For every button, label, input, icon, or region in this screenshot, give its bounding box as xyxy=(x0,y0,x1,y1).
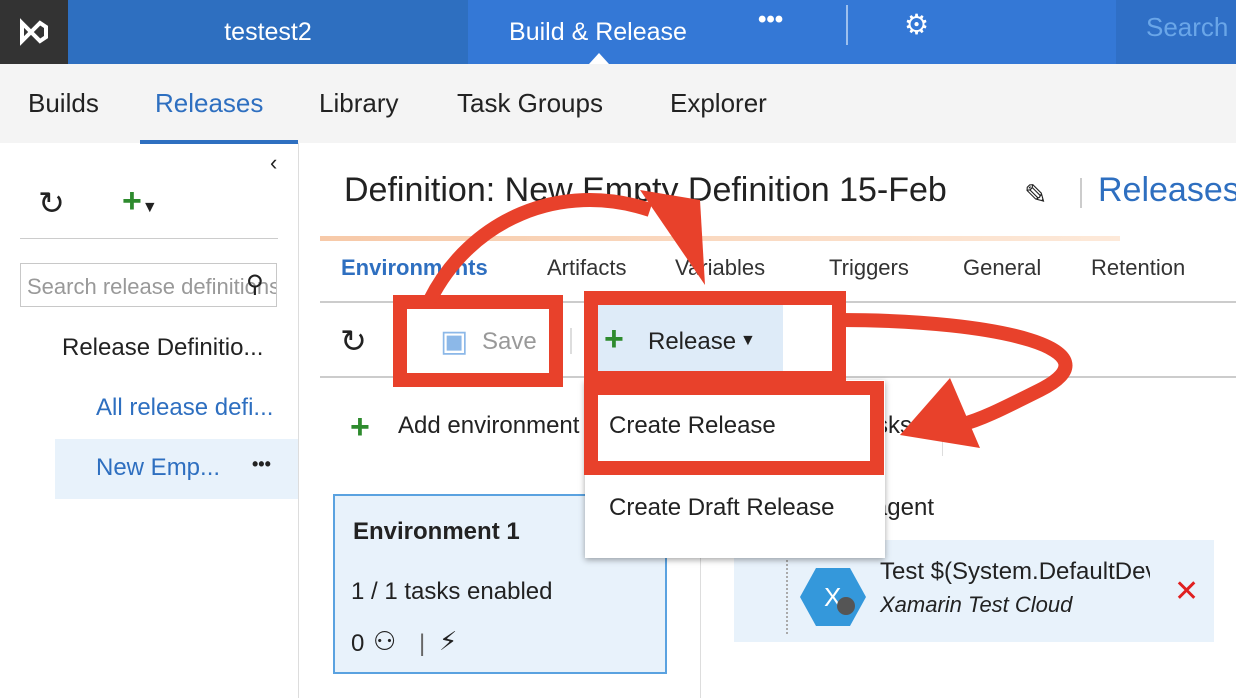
save-button[interactable]: Save xyxy=(482,328,537,356)
tab-artifacts[interactable]: Artifacts xyxy=(547,255,626,281)
divider xyxy=(320,376,1236,378)
nav-releases[interactable]: Releases xyxy=(155,88,263,119)
progress-stripe xyxy=(320,236,1120,241)
page-title: Definition: New Empty Definition 15-Feb xyxy=(344,171,947,209)
add-environment-button[interactable]: Add environment xyxy=(398,412,588,440)
nav-explorer[interactable]: Explorer xyxy=(670,88,767,119)
divider: | xyxy=(419,630,426,657)
menu-create-draft-release[interactable]: Create Draft Release xyxy=(609,494,834,522)
divider xyxy=(570,328,572,354)
divider xyxy=(846,5,848,45)
save-icon: ▣ xyxy=(440,325,469,358)
release-button-label[interactable]: Release xyxy=(648,328,736,356)
tab-variables[interactable]: Variables xyxy=(675,255,765,281)
nav-library[interactable]: Library xyxy=(319,88,398,119)
nav-task-groups[interactable]: Task Groups xyxy=(457,88,603,119)
tasks-enabled: 1 / 1 tasks enabled xyxy=(351,578,553,605)
more-icon[interactable]: ••• xyxy=(252,454,271,475)
annotation-arrow-1 xyxy=(423,193,653,304)
plus-icon: + xyxy=(350,408,370,446)
tab-environments[interactable]: Environments xyxy=(341,255,488,281)
drag-handle[interactable] xyxy=(786,560,790,634)
hub-pointer xyxy=(589,53,609,64)
search-input[interactable]: Search xyxy=(1116,0,1236,64)
remove-icon[interactable]: ✕ xyxy=(1174,574,1199,609)
search-definitions-input[interactable]: Search release definitions xyxy=(20,263,277,307)
person-icon[interactable]: ⚇ xyxy=(373,626,396,657)
nav-builds[interactable]: Builds xyxy=(28,88,99,119)
more-icon[interactable]: ••• xyxy=(758,6,783,34)
tab-general[interactable]: General xyxy=(963,255,1041,281)
collapse-icon[interactable]: ‹ xyxy=(270,150,277,176)
divider xyxy=(1080,178,1082,208)
refresh-icon[interactable]: ↻ xyxy=(38,184,65,222)
section-release-definitions[interactable]: Release Definitio... xyxy=(62,334,263,362)
menu-create-release[interactable]: Create Release xyxy=(609,412,776,440)
add-definition-icon[interactable]: +▼ xyxy=(122,182,158,221)
task-subtitle: Xamarin Test Cloud xyxy=(880,592,1073,617)
xamarin-icon: X xyxy=(800,568,866,626)
arrowhead-2 xyxy=(900,378,980,448)
trigger-settings-icon[interactable]: ⚡ xyxy=(439,626,457,657)
divider xyxy=(320,301,1236,303)
definition-name[interactable]: New Emp... xyxy=(96,454,220,482)
edit-pencil-icon[interactable]: ✎ xyxy=(1024,178,1047,211)
refresh-icon[interactable]: ↻ xyxy=(340,322,367,360)
account-name[interactable]: testest2 xyxy=(68,0,468,64)
tab-triggers[interactable]: Triggers xyxy=(829,255,909,281)
approver-count: 0 xyxy=(351,630,365,657)
releases-link[interactable]: Releases xyxy=(1098,171,1236,210)
task-title: Test $(System.DefaultDevice) xyxy=(880,558,1150,585)
plus-icon: + xyxy=(604,320,624,358)
gear-icon[interactable]: ⚙ xyxy=(904,8,929,41)
sub-nav: Builds Releases Library Task Groups Expl… xyxy=(0,64,1236,143)
release-dropdown-menu: Create Release Create Draft Release xyxy=(585,380,885,558)
tab-retention[interactable]: Retention xyxy=(1091,255,1185,281)
environment-name: Environment 1 xyxy=(353,518,520,545)
search-icon[interactable]: ⚲ xyxy=(246,270,264,299)
divider xyxy=(20,238,278,239)
chevron-down-icon: ▼ xyxy=(740,332,756,349)
search-placeholder: Search release definitions xyxy=(27,274,277,299)
vs-logo-icon[interactable] xyxy=(0,0,68,64)
divider xyxy=(942,410,943,456)
all-release-definitions-link[interactable]: All release defi... xyxy=(96,394,273,422)
